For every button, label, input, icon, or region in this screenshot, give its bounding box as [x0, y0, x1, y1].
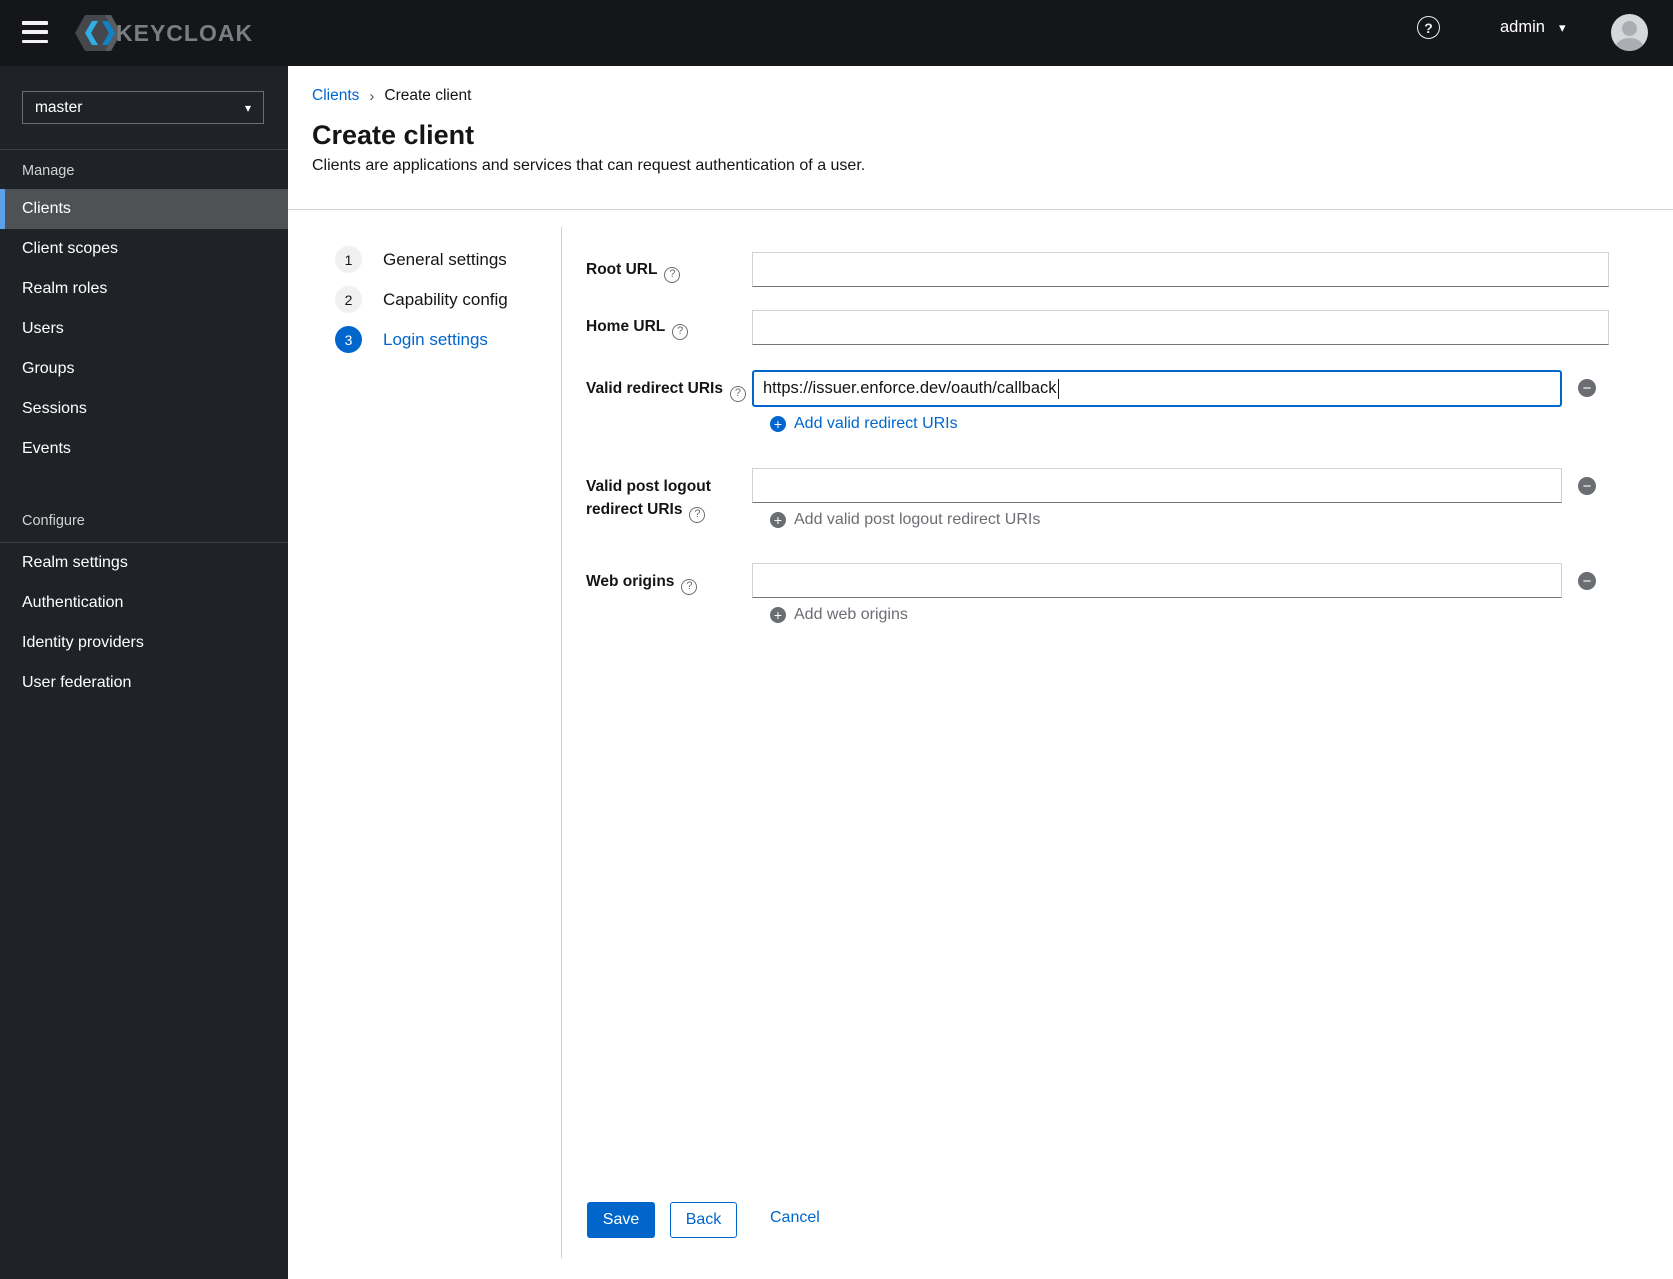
sidebar-item-clients[interactable]: Clients	[0, 189, 288, 229]
sidebar: master ▾ Manage Clients Client scopes Re…	[0, 66, 288, 1279]
remove-redirect-uri-button[interactable]: −	[1578, 379, 1596, 397]
cancel-button[interactable]: Cancel	[770, 1209, 820, 1227]
breadcrumb: Clients › Create client	[312, 87, 471, 105]
sidebar-item-authentication[interactable]: Authentication	[0, 583, 288, 623]
wizard-step-login-settings[interactable]: 3 Login settings	[335, 326, 488, 353]
chevron-down-icon: ▾	[244, 100, 251, 115]
sidebar-item-sessions[interactable]: Sessions	[0, 389, 288, 429]
wizard-divider	[561, 227, 562, 1258]
realm-selector[interactable]: master ▾	[22, 91, 264, 124]
plus-icon: +	[770, 416, 786, 432]
username: admin	[1500, 18, 1545, 36]
sidebar-divider	[0, 149, 288, 150]
sidebar-item-realm-settings[interactable]: Realm settings	[0, 543, 288, 583]
sidebar-item-client-scopes[interactable]: Client scopes	[0, 229, 288, 269]
wizard-step-capability-config[interactable]: 2 Capability config	[335, 286, 508, 313]
wizard-step-general-settings[interactable]: 1 General settings	[335, 246, 507, 273]
remove-web-origin-button[interactable]: −	[1578, 572, 1596, 590]
help-icon[interactable]: ?	[664, 266, 681, 283]
text-cursor	[1057, 378, 1060, 399]
breadcrumb-current: Create client	[384, 87, 472, 104]
page-title: Create client	[312, 120, 475, 150]
user-menu[interactable]: admin ▾	[1500, 18, 1565, 37]
help-icon[interactable]: ?	[681, 578, 698, 595]
remove-post-logout-uri-button[interactable]: −	[1578, 477, 1596, 495]
valid-redirect-uris-label: Valid redirect URIs?	[586, 377, 761, 402]
chevron-down-icon: ▾	[1558, 19, 1566, 35]
sidebar-item-user-federation[interactable]: User federation	[0, 663, 288, 703]
web-origins-label: Web origins?	[586, 570, 734, 595]
realm-name: master	[35, 98, 83, 116]
help-icon[interactable]: ?	[689, 506, 706, 523]
nav-section-configure: Configure	[22, 513, 85, 529]
breadcrumb-clients-link[interactable]: Clients	[312, 87, 359, 105]
breadcrumb-separator-icon: ›	[369, 87, 375, 105]
hamburger-menu-icon[interactable]	[22, 21, 48, 43]
add-web-origins-button[interactable]: + Add web origins	[770, 606, 908, 624]
sidebar-item-users[interactable]: Users	[0, 309, 288, 349]
keycloak-logo[interactable]: KEYCLOAK	[72, 12, 253, 54]
add-valid-redirect-uris-button[interactable]: + Add valid redirect URIs	[770, 415, 958, 433]
keycloak-admin-console: KEYCLOAK ? admin ▾ master ▾ Manage Clien…	[0, 0, 1673, 1279]
root-url-input[interactable]	[752, 252, 1609, 287]
nav-section-manage: Manage	[22, 163, 75, 179]
home-url-input[interactable]	[752, 310, 1609, 345]
valid-redirect-uris-input[interactable]: https://issuer.enforce.dev/oauth/callbac…	[752, 370, 1562, 407]
save-button[interactable]: Save	[587, 1202, 655, 1238]
plus-icon: +	[770, 607, 786, 623]
sidebar-item-groups[interactable]: Groups	[0, 349, 288, 389]
masthead: KEYCLOAK ? admin ▾	[0, 0, 1673, 66]
brand-text: KEYCLOAK	[116, 19, 254, 46]
help-icon[interactable]: ?	[729, 385, 746, 402]
step-number: 1	[335, 246, 362, 273]
plus-icon: +	[770, 512, 786, 528]
web-origins-input[interactable]	[752, 563, 1562, 598]
valid-redirect-uris-value: https://issuer.enforce.dev/oauth/callbac…	[763, 379, 1057, 397]
root-url-label: Root URL?	[586, 258, 734, 283]
sidebar-item-realm-roles[interactable]: Realm roles	[0, 269, 288, 309]
post-logout-redirect-uris-label: Valid post logout redirect URIs?	[586, 475, 726, 523]
step-number: 2	[335, 286, 362, 313]
avatar[interactable]	[1611, 14, 1648, 51]
back-button[interactable]: Back	[670, 1202, 737, 1238]
sidebar-item-events[interactable]: Events	[0, 429, 288, 469]
sidebar-item-identity-providers[interactable]: Identity providers	[0, 623, 288, 663]
add-post-logout-redirect-uris-button[interactable]: + Add valid post logout redirect URIs	[770, 511, 1040, 529]
page-subtitle: Clients are applications and services th…	[312, 157, 866, 174]
post-logout-redirect-uris-input[interactable]	[752, 468, 1562, 503]
help-icon[interactable]: ?	[672, 323, 689, 340]
step-number: 3	[335, 326, 362, 353]
header-divider	[288, 209, 1673, 210]
home-url-label: Home URL?	[586, 315, 734, 340]
help-icon[interactable]: ?	[1417, 16, 1440, 39]
